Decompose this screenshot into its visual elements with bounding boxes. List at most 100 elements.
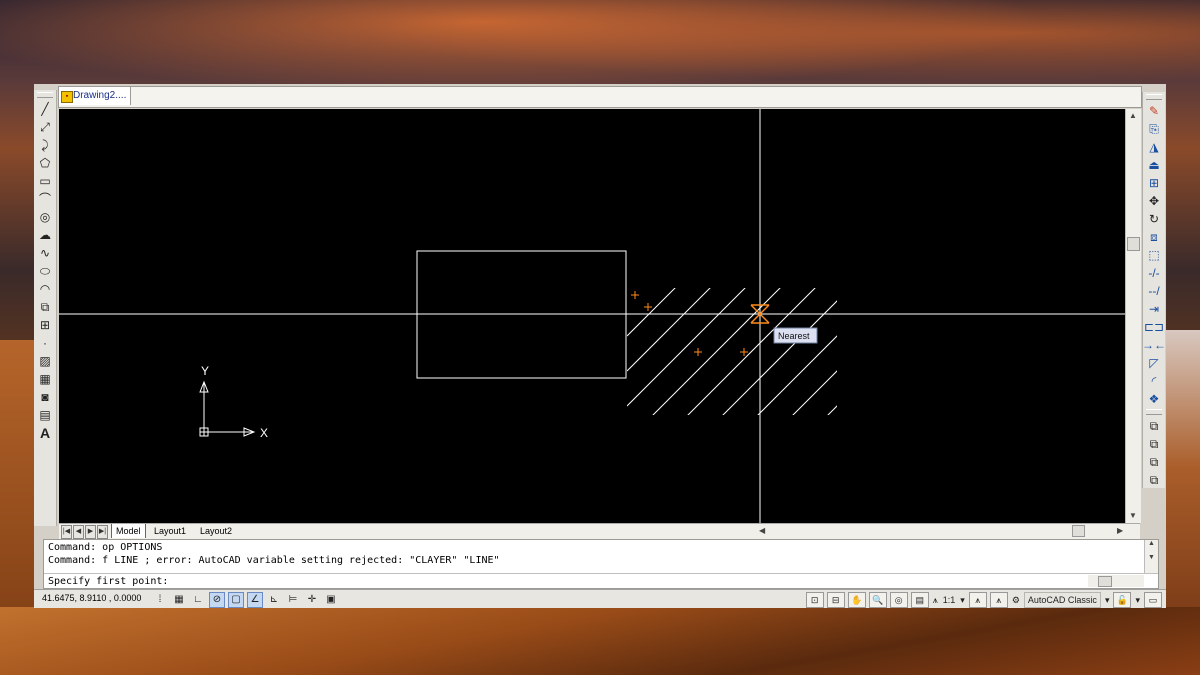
ducs-icon[interactable]: ⊾ [266, 592, 282, 608]
quick-properties-icon[interactable]: ▣ [323, 592, 339, 608]
osnap-icon[interactable]: ▢ [228, 592, 244, 608]
extend-icon[interactable]: --/ [1145, 282, 1163, 299]
scroll-left-icon[interactable]: ◀ [759, 524, 765, 538]
toolbar-grip[interactable] [1146, 409, 1162, 415]
previous-layout-icon[interactable]: ◀ [73, 525, 84, 539]
tab-layout2[interactable]: Layout2 [196, 524, 236, 538]
ortho-icon[interactable]: ∟ [190, 592, 206, 608]
erase-icon[interactable]: ✎ [1145, 102, 1163, 119]
polygon-icon[interactable]: ⬠ [36, 154, 54, 171]
break-icon[interactable]: ⊏⊐ [1144, 318, 1164, 335]
revision-cloud-icon[interactable]: ☁ [36, 226, 54, 243]
point-icon[interactable]: · [36, 334, 54, 351]
table-icon[interactable]: ▤ [36, 406, 54, 423]
coordinate-readout[interactable]: 41.6475, 8.9110 , 0.0000 [42, 593, 141, 603]
snap-icon[interactable]: ⁞ [152, 592, 168, 608]
autocad-window: ╱ ⤢ ⤸ ⬠ ▭ ⌒ ◎ ☁ ∿ ⬭ ◠ ⧉ ⊞ · ▨ ▦ ◙ ▤ A ▪ … [34, 84, 1166, 608]
stretch-icon[interactable]: ⬚ [1145, 246, 1163, 263]
command-separator [44, 573, 1158, 574]
layout-view-icon[interactable]: ⊟ [826, 592, 845, 608]
command-scroll-thumb[interactable] [1098, 576, 1112, 587]
chevron-down-icon[interactable]: ▾ [1134, 593, 1141, 607]
auto-scale-icon[interactable]: ⩚ [989, 592, 1008, 608]
horizontal-scroll-thumb[interactable] [1072, 525, 1085, 537]
vertical-scrollbar[interactable]: ▲ ▼ [1125, 109, 1141, 523]
annotation-scale[interactable]: 1:1 [942, 593, 957, 607]
scroll-up-icon[interactable]: ▲ [1129, 111, 1137, 120]
chevron-down-icon[interactable]: ▾ [1104, 593, 1111, 607]
first-layout-icon[interactable]: |◀ [61, 525, 72, 539]
hatch-icon[interactable]: ▨ [36, 352, 54, 369]
command-window[interactable]: Command: op OPTIONS Command: f LINE ; er… [43, 539, 1159, 589]
ellipse-arc-icon[interactable]: ◠ [36, 280, 54, 297]
vertical-scroll-thumb[interactable] [1127, 237, 1140, 251]
move-icon[interactable]: ✥ [1145, 192, 1163, 209]
dyn-icon[interactable]: ⊨ [285, 592, 301, 608]
polar-icon[interactable]: ⊘ [209, 592, 225, 608]
polyline-icon[interactable]: ⤸ [36, 136, 54, 153]
annotation-visibility-icon[interactable]: ⩚ [968, 592, 987, 608]
command-horizontal-scrollbar[interactable] [1088, 575, 1144, 587]
offset-icon[interactable]: ⏏ [1145, 156, 1163, 173]
otrack-icon[interactable]: ∠ [247, 592, 263, 608]
arc-icon[interactable]: ⌒ [36, 190, 54, 207]
workspace-switcher[interactable]: AutoCAD Classic [1023, 592, 1101, 608]
steering-wheel-icon[interactable]: ◎ [889, 592, 908, 608]
snap-tooltip-text: Nearest [778, 331, 810, 341]
zoom-icon[interactable]: 🔍 [868, 592, 887, 608]
chamfer-icon[interactable]: ◸ [1145, 354, 1163, 371]
break-at-point-icon[interactable]: ⇥ [1145, 300, 1163, 317]
ellipse-icon[interactable]: ⬭ [36, 262, 54, 279]
model-space-icon[interactable]: ⊡ [805, 592, 824, 608]
multiline-text-icon[interactable]: A [36, 424, 54, 441]
status-tray: ⊡ ⊟ ✋ 🔍 ◎ ▤ ⩚ 1:1 ▾ ⩚ ⩚ ⚙ AutoCAD Classi… [803, 592, 1162, 608]
rotate-icon[interactable]: ↻ [1145, 210, 1163, 227]
tab-layout1[interactable]: Layout1 [150, 524, 190, 538]
last-layout-icon[interactable]: ▶| [97, 525, 108, 539]
hatch-pattern[interactable] [627, 284, 1029, 519]
toolbar-grip[interactable] [1146, 94, 1162, 100]
pan-icon[interactable]: ✋ [847, 592, 866, 608]
trim-icon[interactable]: -/- [1145, 264, 1163, 281]
construction-line-icon[interactable]: ⤢ [36, 118, 54, 135]
draw-order-front-icon[interactable]: ⧉ [1145, 417, 1163, 434]
showmotion-icon[interactable]: ▤ [910, 592, 929, 608]
make-block-icon[interactable]: ⊞ [36, 316, 54, 333]
fillet-icon[interactable]: ◜ [1145, 372, 1163, 389]
rectangle-icon[interactable]: ▭ [36, 172, 54, 189]
document-tab[interactable]: ▪ Drawing2.... [59, 87, 132, 105]
join-icon[interactable]: →← [1142, 336, 1166, 353]
spline-icon[interactable]: ∿ [36, 244, 54, 261]
circle-icon[interactable]: ◎ [36, 208, 54, 225]
drawing-area[interactable]: Y X Nearest [59, 109, 1125, 523]
chevron-down-icon[interactable]: ▾ [959, 593, 966, 607]
grid-icon[interactable]: ▦ [171, 592, 187, 608]
modify-toolbar: ✎ ⎘ ◮ ⏏ ⊞ ✥ ↻ ⧈ ⬚ -/- --/ ⇥ ⊏⊐ →← ◸ ◜ ❖ … [1142, 92, 1166, 488]
scale-icon[interactable]: ⧈ [1145, 228, 1163, 245]
array-icon[interactable]: ⊞ [1145, 174, 1163, 191]
command-prompt[interactable]: Specify first point: [48, 576, 168, 587]
scroll-right-icon[interactable]: ▶ [1117, 524, 1123, 538]
gear-icon: ⚙ [1011, 595, 1020, 605]
lineweight-icon[interactable]: ✛ [304, 592, 320, 608]
draw-order-back-icon[interactable]: ⧉ [1145, 435, 1163, 452]
bring-above-icon[interactable]: ⧉ [1145, 453, 1163, 470]
toolbar-grip[interactable] [37, 92, 53, 98]
mirror-icon[interactable]: ◮ [1145, 138, 1163, 155]
clean-screen-icon[interactable]: ▭ [1144, 592, 1162, 608]
send-under-icon[interactable]: ⧉ [1145, 471, 1163, 488]
ucs-x-label: X [260, 426, 268, 440]
explode-icon[interactable]: ❖ [1145, 390, 1163, 407]
next-layout-icon[interactable]: ▶ [85, 525, 96, 539]
gradient-icon[interactable]: ▦ [36, 370, 54, 387]
copy-icon[interactable]: ⎘ [1145, 120, 1163, 137]
annotation-scale-icon: ⩚ [932, 595, 938, 605]
snap-markers [631, 291, 748, 356]
scroll-down-icon[interactable]: ▼ [1129, 511, 1137, 520]
command-vertical-scrollbar[interactable]: ▲ ▼ [1144, 540, 1158, 573]
region-icon[interactable]: ◙ [36, 388, 54, 405]
tab-model[interactable]: Model [111, 524, 146, 538]
lock-icon[interactable]: 🔓 [1113, 592, 1132, 608]
insert-block-icon[interactable]: ⧉ [36, 298, 54, 315]
line-icon[interactable]: ╱ [36, 100, 54, 117]
